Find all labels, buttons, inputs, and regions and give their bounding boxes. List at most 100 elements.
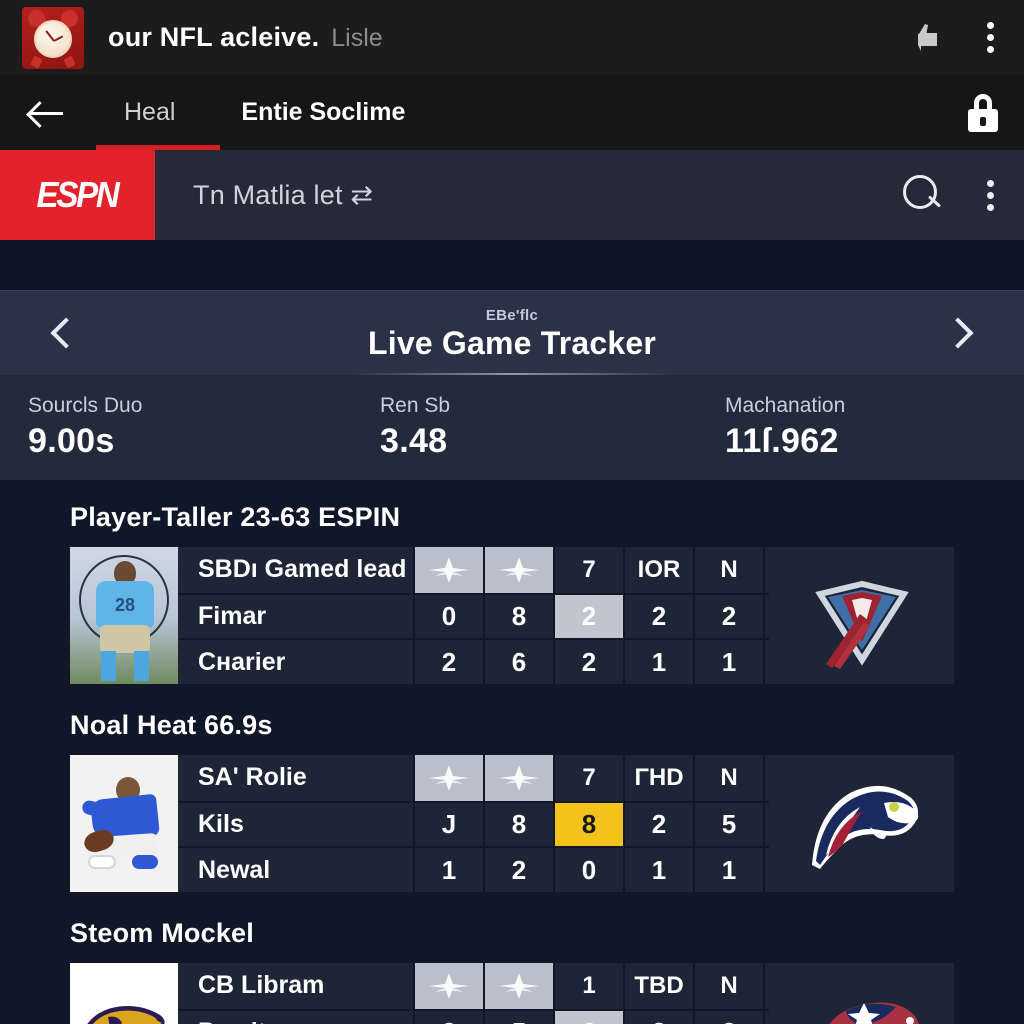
stat-grid: SBDı Gamed lead 7 IOR N Fimar 0 8 2 2 2 … [178,547,769,684]
stat-label: Sourcls Duo [28,394,143,417]
card-body: SA' Rolie 7 ΓHD N Kils J 8 8 2 5 Newal 1… [70,755,954,892]
row-label: Newal [198,855,271,884]
table-cell-empty [763,848,769,892]
thumbs-up-icon[interactable] [909,21,943,55]
star-icon [413,547,483,593]
table-cell: 8 [483,802,553,847]
table-cell-empty [763,802,769,847]
stat-item: Sourcls Duo 9.00s [0,394,352,461]
table-row[interactable]: Panılt 3 5 6 2 2 [178,1008,769,1024]
kebab-menu-icon[interactable] [987,179,994,211]
header-actions [909,21,1002,55]
table-cell: J [413,802,483,847]
table-row[interactable]: CB Libram 1 TBD N [178,963,769,1009]
table-cell: 1 [693,640,763,684]
table-cell-empty [763,640,769,684]
bull-star-logo [769,963,954,1024]
tab-bar: Heal Entie Soclime [0,75,1024,150]
table-cell: ΓHD [623,755,693,801]
table-cell: 0 [413,594,483,639]
table-row[interactable]: SA' Rolie 7 ΓHD N [178,755,769,801]
alarm-clock-icon [22,6,84,69]
espn-logo-text: ESPN [36,174,120,215]
card-title: Steom Mockel [70,918,254,948]
row-label: CB Libram [198,971,325,1000]
star-icon [483,755,553,801]
player-photo [70,547,178,684]
breadcrumb[interactable]: Tn Matlia let ⇄ [155,150,903,240]
app-screen: our NFL acleive. Lisle Heal Entie Soclim… [0,0,1024,1024]
table-cell: 2 [483,848,553,892]
table-cell: 2 [413,640,483,684]
game-cards-list[interactable]: Player-Taller 23-63 ESPIN SBDı Gamed lea… [0,480,1024,1024]
table-cell: 5 [693,802,763,847]
table-cell-highlighted: 8 [553,802,623,847]
row-label: Kils [198,809,244,838]
table-cell: 1 [413,848,483,892]
table-cell: 1 [623,640,693,684]
spacer-strip [0,240,1024,290]
table-cell-highlighted: 6 [553,1010,623,1024]
stat-item: Ren Sb 3.48 [352,394,697,461]
table-cell: 3 [413,1010,483,1024]
tab-entie-soclime[interactable]: Entie Soclime [241,75,405,150]
star-icon [483,547,553,593]
stat-value: 3.48 [380,422,448,460]
v-shield-logo [769,547,954,684]
stat-item: Machanation 11ſ.962 [697,394,1024,461]
stat-label: Machanation [725,394,846,417]
table-cell-highlighted: 2 [553,594,623,639]
stat-grid: CB Libram 1 TBD N Panılt [178,963,769,1024]
eagle-head-logo [769,755,954,892]
table-cell: 7 [553,547,623,593]
stat-label: Ren Sb [380,394,451,417]
row-label: SA' Rolie [198,763,307,792]
lock-icon[interactable] [966,93,1000,132]
row-label: Cнarier [198,647,286,676]
chevron-right-icon[interactable] [942,317,974,349]
search-icon[interactable] [903,175,943,215]
chevron-left-icon[interactable] [50,317,82,349]
table-cell: N [693,963,763,1009]
table-cell: 5 [483,1010,553,1024]
card-body: CB Libram 1 TBD N Panılt [70,963,954,1024]
row-label: SBDı Gamed lead [198,555,407,584]
star-icon [413,755,483,801]
tracker-eyebrow: EBe'flc [485,306,539,324]
page-title: our NFL acleive. [108,22,320,52]
espn-app-bar: ESPN Tn Matlia let ⇄ [0,150,1024,240]
game-card[interactable]: Noal Heat 66.9s SA' Rolie 7 ΓHD N Kils J… [0,710,1024,892]
tab-heal[interactable]: Heal [124,75,175,150]
table-cell: TBD [623,963,693,1009]
star-icon [483,963,553,1009]
table-cell: N [693,547,763,593]
table-cell: 2 [553,640,623,684]
stat-value: 11ſ.962 [725,422,839,460]
table-cell: 1 [553,963,623,1009]
espn-logo[interactable]: ESPN [0,150,155,240]
game-card[interactable]: Steom Mockel CB Libram 1 TBD N [0,918,1024,1024]
kebab-menu-icon[interactable] [987,22,994,53]
table-cell-empty [763,963,769,1009]
card-title: Player-Taller 23-63 ESPIN [70,502,401,532]
table-cell: 0 [553,848,623,892]
table-cell: 7 [553,755,623,801]
back-arrow-icon[interactable] [24,94,70,132]
stat-strip: Sourcls Duo 9.00s Ren Sb 3.48 Machanatio… [0,375,1024,480]
espn-actions [903,150,1024,240]
app-header: our NFL acleive. Lisle [0,0,1024,75]
table-cell-empty [763,547,769,593]
table-row[interactable]: Newal 1 2 0 1 1 [178,846,769,892]
table-cell: 2 [693,594,763,639]
stat-value: 9.00s [28,422,115,460]
table-row[interactable]: Kils J 8 8 2 5 [178,800,769,847]
table-row[interactable]: Fimar 0 8 2 2 2 [178,592,769,639]
table-row[interactable]: Cнarier 2 6 2 1 1 [178,638,769,684]
row-label: Panılt [178,1011,413,1024]
game-card[interactable]: Player-Taller 23-63 ESPIN SBDı Gamed lea… [0,502,1024,684]
table-row[interactable]: SBDı Gamed lead 7 IOR N [178,547,769,593]
card-body: SBDı Gamed lead 7 IOR N Fimar [70,547,954,684]
table-cell-empty [763,1010,769,1024]
table-cell: 6 [483,640,553,684]
table-cell: 8 [483,594,553,639]
